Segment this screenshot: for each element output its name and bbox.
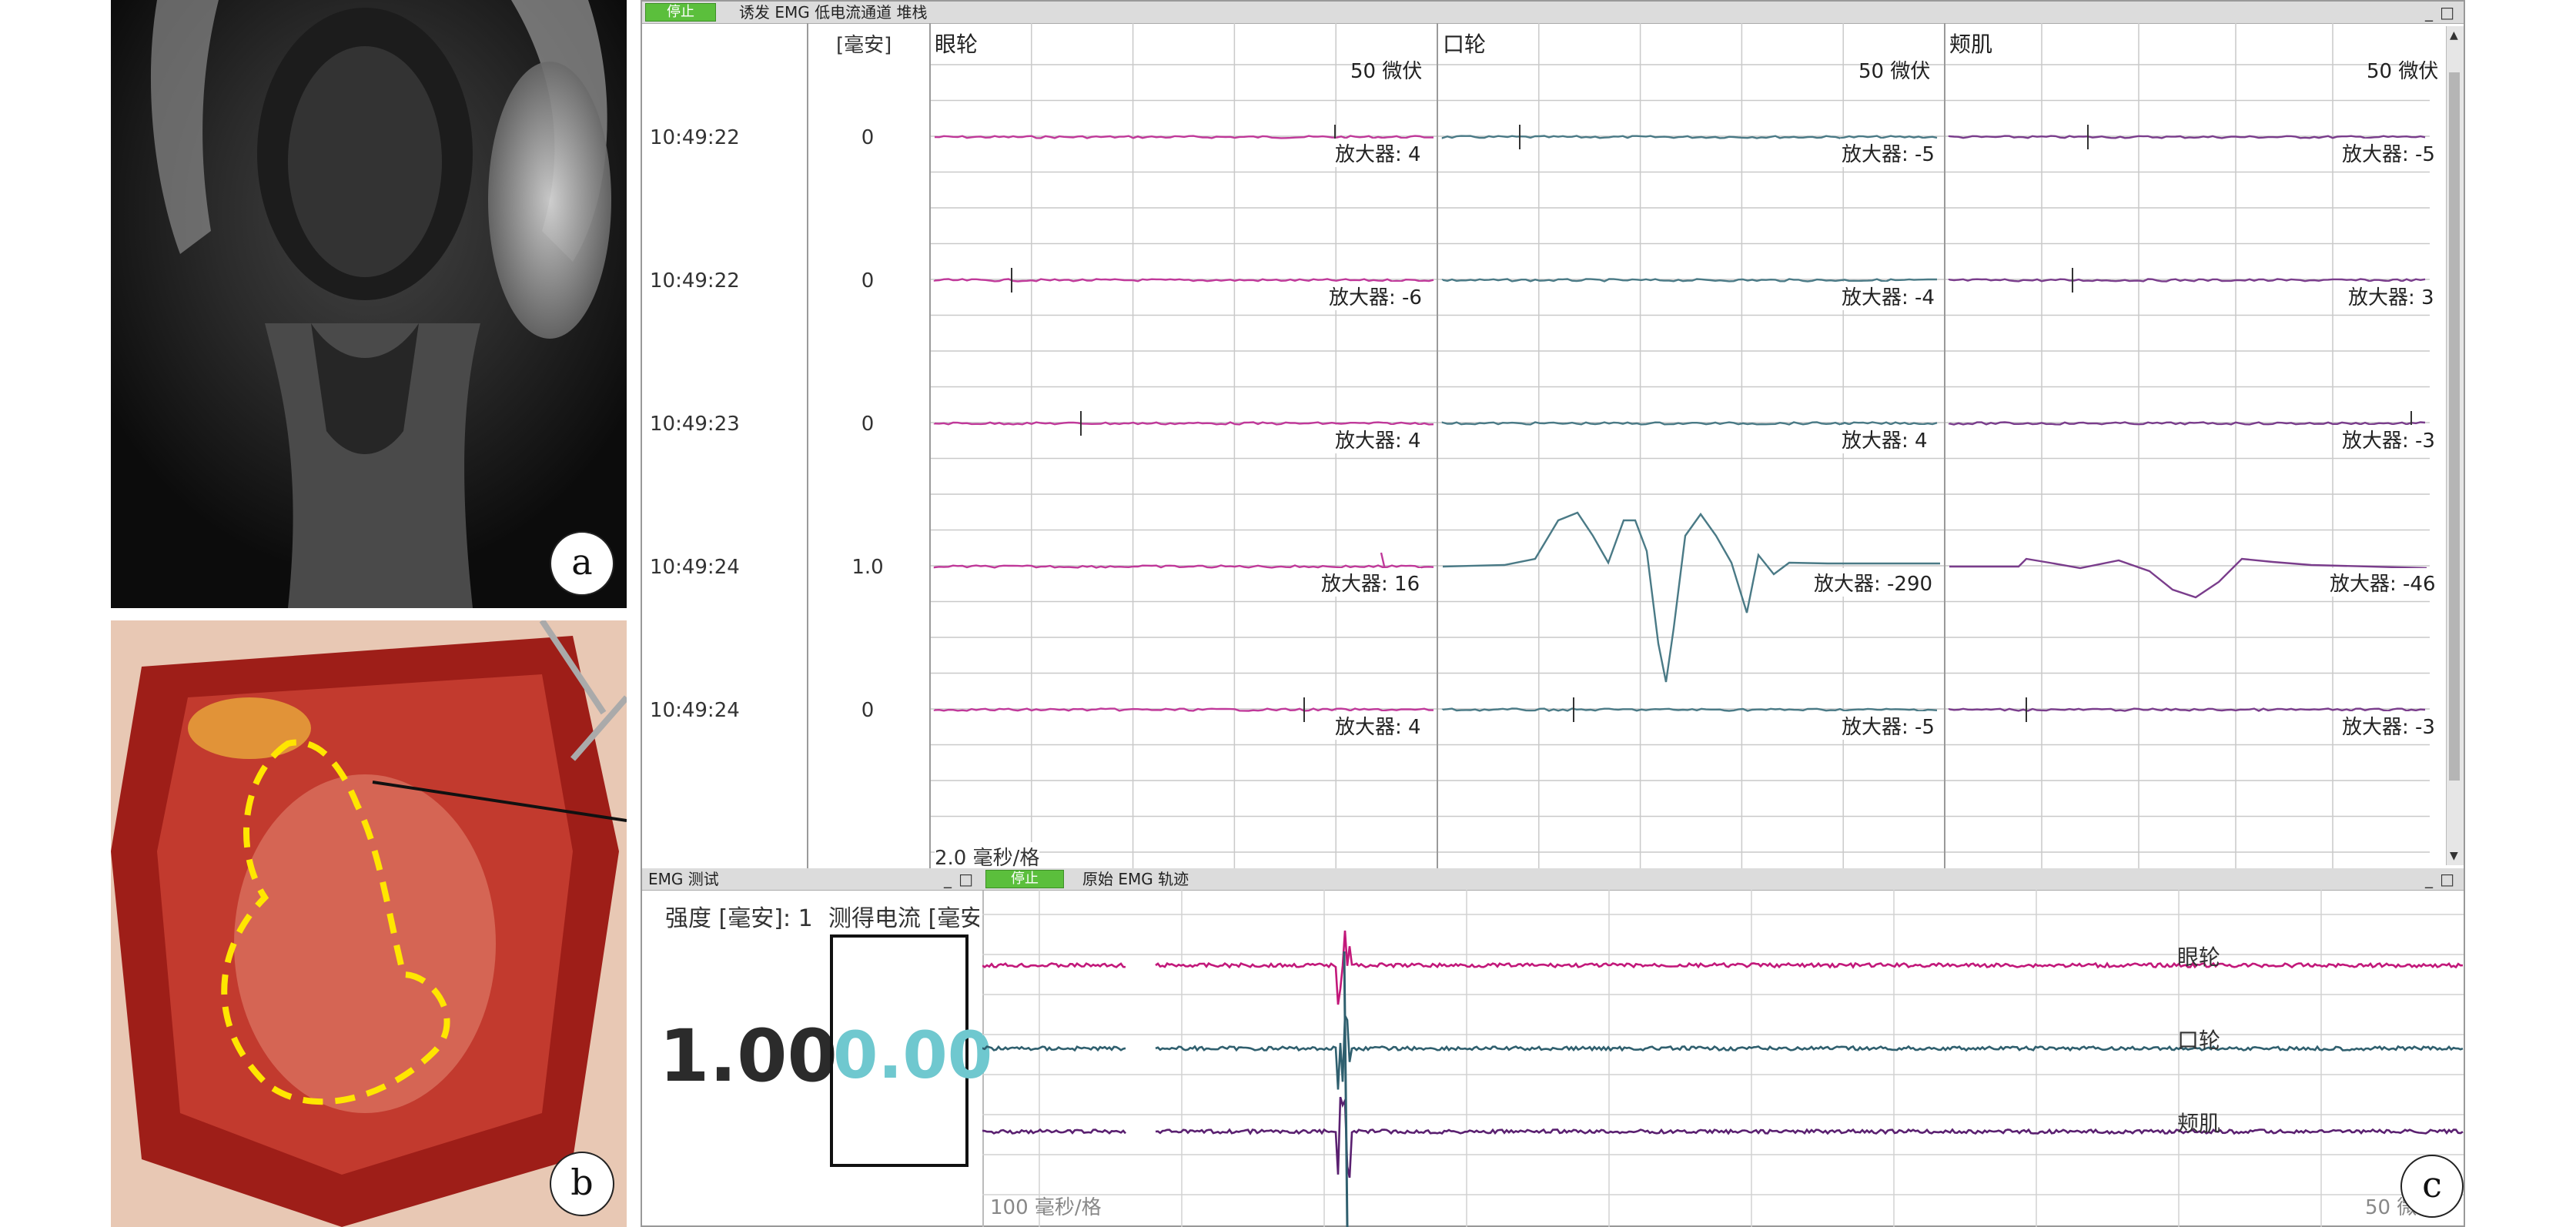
raw-emg-graph [982, 890, 2464, 1227]
maximize-icon[interactable]: □ [2440, 2, 2454, 23]
ma-column-header: [毫安] [836, 34, 892, 57]
raw-emg-title: 原始 EMG 轨迹 [1082, 870, 1189, 888]
vertical-scrollbar[interactable]: ▲ ▼ [2446, 26, 2464, 865]
measured-current-label: 测得电流 [毫安 [828, 905, 979, 932]
row-time: 10:49:24 [650, 699, 740, 722]
mri-image: a [111, 0, 627, 608]
raw-trace-label: 眼轮 [2177, 944, 2221, 970]
amplitude-label: 放大器: 3 [2347, 282, 2436, 310]
amplitude-label: 放大器: -3 [2340, 711, 2437, 740]
measured-current-box: 0.00 [830, 934, 993, 1167]
row-ma: 1.0 [851, 556, 884, 579]
amplitude-label: 放大器: 4 [1333, 139, 1423, 167]
maximize-icon[interactable]: □ [2440, 868, 2454, 890]
row-ma: 0 [861, 699, 875, 722]
minimize-icon[interactable]: _ [2425, 868, 2433, 890]
amplitude-label: 放大器: 4 [1333, 425, 1423, 453]
channel-header-orbicularis-oris: 口轮 [1443, 32, 1487, 57]
row-time: 10:49:22 [650, 269, 740, 293]
panel-label-c: c [2400, 1155, 2464, 1218]
amplitude-label: 放大器: -5 [1840, 139, 1936, 167]
amplitude-label: 放大器: 4 [1840, 425, 1929, 453]
emg-test-title: EMG 测试 [648, 870, 719, 888]
amplitude-label: 放大器: -290 [1812, 568, 1935, 597]
intensity-label: 强度 [毫安]: 1 [665, 905, 813, 932]
surgical-photo: b [111, 620, 627, 1227]
measured-current-value: 0.00 [833, 1018, 993, 1093]
scroll-up-icon[interactable]: ▲ [2450, 29, 2458, 42]
amplitude-label: 放大器: -5 [1840, 711, 1936, 740]
raw-trace-label: 颊肌 [2177, 1111, 2221, 1136]
row-time: 10:49:23 [650, 413, 740, 436]
amplitude-label: 放大器: -46 [2328, 568, 2437, 597]
raw-emg-panel: 停止 原始 EMG 轨迹 _ □ 眼轮 口轮 颊肌 100 毫秒/格 50 微伏 [982, 868, 2464, 1227]
minimize-icon[interactable]: _ [2425, 2, 2433, 23]
surgical-field-graphic [111, 620, 627, 1227]
intensity-value: 1.00 [659, 1015, 838, 1098]
raw-time-per-division: 100 毫秒/格 [990, 1196, 1102, 1219]
amplitude-label: 放大器: 4 [1333, 711, 1423, 740]
scrollbar-thumb[interactable] [2449, 72, 2460, 781]
row-ma: 0 [861, 269, 875, 293]
trace-grid [807, 23, 2430, 868]
channel-scale-1: 50 微伏 [1350, 60, 1423, 83]
maximize-icon[interactable]: □ [958, 868, 973, 890]
nerve-monitor-window: 停止 诱发 EMG 低电流通道 堆栈 _ □ ▲ ▼ [毫安] 眼轮 口轮 颊肌… [641, 0, 2465, 1227]
amplitude-label: 放大器: -6 [1327, 282, 1423, 310]
channel-scale-3: 50 微伏 [2367, 60, 2439, 83]
channel-header-buccinator: 颊肌 [1949, 32, 1993, 57]
row-ma: 0 [861, 126, 875, 149]
row-ma: 0 [861, 413, 875, 436]
minimize-icon[interactable]: _ [944, 868, 952, 890]
raw-emg-titlebar: 停止 原始 EMG 轨迹 _ □ [982, 868, 2464, 891]
channel-header-orbicularis-oculi: 眼轮 [935, 32, 979, 57]
amplitude-label: 放大器: -4 [1840, 282, 1936, 310]
raw-trace-label: 口轮 [2177, 1028, 2221, 1053]
stop-button[interactable]: 停止 [645, 3, 716, 22]
row-time: 10:49:22 [650, 126, 740, 149]
amplitude-label: 放大器: -5 [2340, 139, 2437, 167]
channel-scale-2: 50 微伏 [1858, 60, 1931, 83]
raw-emg-stop-button[interactable]: 停止 [985, 870, 1064, 888]
amplitude-label: 放大器: 16 [1320, 568, 1422, 597]
row-time: 10:49:24 [650, 556, 740, 579]
time-per-division: 2.0 毫秒/格 [935, 842, 1040, 871]
emg-test-titlebar: EMG 测试 _ □ [642, 868, 982, 891]
mri-scan-graphic [111, 0, 627, 608]
scroll-down-icon[interactable]: ▼ [2450, 850, 2458, 862]
window-title: 诱发 EMG 低电流通道 堆栈 [739, 3, 928, 22]
panel-label-b: b [550, 1152, 614, 1216]
title-bar: 停止 诱发 EMG 低电流通道 堆栈 _ □ [642, 2, 2464, 24]
emg-test-panel: EMG 测试 _ □ 强度 [毫安]: 1 测得电流 [毫安 1.00 0.00 [642, 868, 993, 1227]
amplitude-label: 放大器: -3 [2340, 425, 2437, 453]
panel-label-a: a [550, 531, 614, 596]
